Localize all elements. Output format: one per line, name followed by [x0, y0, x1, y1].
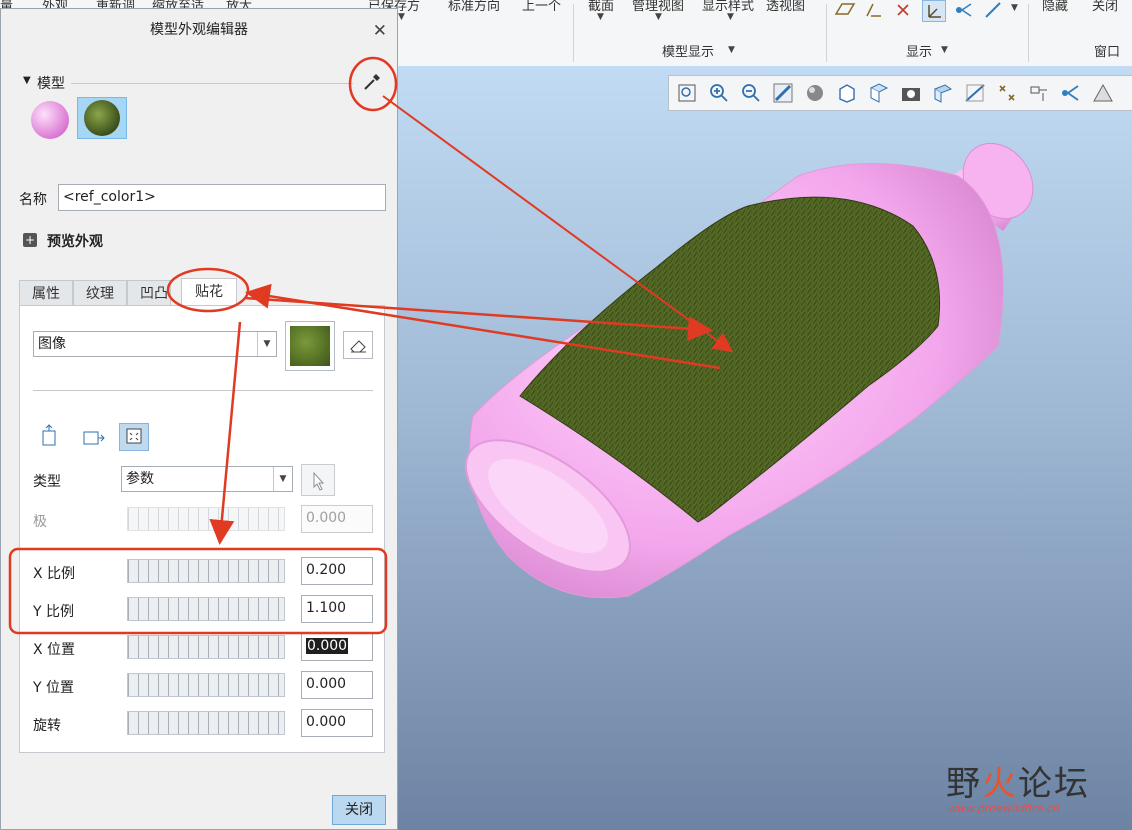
chevron-down-icon[interactable]: ▼	[655, 12, 662, 22]
watermark-char-fire: 火	[982, 764, 1018, 804]
collapse-icon[interactable]: ▼	[23, 75, 31, 86]
divider	[33, 390, 373, 391]
ribbon-item-activate[interactable]: 隐藏	[1042, 0, 1068, 14]
chevron-down-icon[interactable]: ▼	[941, 45, 948, 55]
type-select[interactable]: 参数 ▼	[121, 466, 293, 492]
group-separator	[1028, 4, 1029, 62]
ribbon-item-close[interactable]: 关闭	[1092, 0, 1118, 14]
group-label-model-display: 模型显示	[662, 45, 715, 60]
ribbon-item-perspective[interactable]: 透视图	[766, 0, 805, 14]
name-label: 名称	[19, 192, 47, 208]
chevron-down-icon[interactable]: ▼	[597, 12, 604, 22]
preview-appearance-label[interactable]: 预览外观	[47, 231, 103, 251]
fit-icon	[126, 428, 142, 444]
image-select-value: 图像	[38, 336, 66, 352]
x-position-value-selected: 0.000	[306, 638, 349, 654]
arrow-cursor-icon	[313, 471, 325, 491]
expand-plus-icon[interactable]: +	[23, 233, 37, 247]
tab-properties[interactable]: 属性	[19, 280, 73, 306]
x-scale-slider[interactable]	[127, 559, 285, 583]
eraser-icon	[350, 340, 366, 353]
group-label-window: 窗口	[1094, 45, 1121, 60]
close-button[interactable]: 关闭	[332, 795, 386, 825]
flip-horizontal-icon	[83, 431, 105, 445]
name-field[interactable]: <ref_color1>	[58, 184, 386, 211]
flip-vertical-icon	[42, 424, 56, 446]
y-position-field[interactable]: 0.000	[301, 671, 373, 699]
tab-bump[interactable]: 凹凸	[127, 280, 171, 306]
graphics-viewport[interactable]	[398, 66, 1132, 830]
tab-decal[interactable]: 贴花	[181, 278, 237, 306]
watermark-title: 野火论坛	[946, 756, 1090, 805]
rotation-slider[interactable]	[127, 711, 285, 735]
chevron-down-icon[interactable]: ▼	[1011, 3, 1018, 13]
csys-display-icon[interactable]	[922, 0, 946, 22]
forum-watermark: 野火论坛 www.proewildfire.cn	[946, 756, 1126, 830]
rotation-label: 旋转	[33, 718, 61, 734]
divider	[71, 83, 353, 84]
datum-point-display-icon[interactable]	[893, 0, 915, 20]
chevron-down-icon[interactable]: ▼	[398, 12, 405, 22]
watermark-url: www.proewildfire.cn	[948, 802, 1060, 815]
eraser-button[interactable]	[343, 331, 373, 359]
flip-horizontal-button[interactable]	[78, 423, 108, 451]
select-reference-button[interactable]	[301, 464, 335, 496]
pink-appearance-swatch[interactable]	[29, 99, 71, 141]
chevron-down-icon[interactable]: ▼	[257, 332, 276, 356]
tab-texture[interactable]: 纹理	[73, 280, 127, 306]
chevron-down-icon[interactable]: ▼	[727, 12, 734, 22]
grass-appearance-swatch[interactable]	[77, 97, 127, 139]
x-position-label: X 位置	[33, 642, 76, 658]
model-section-label: 模型	[37, 76, 65, 92]
x-position-slider[interactable]	[127, 635, 285, 659]
annotation-display-icon[interactable]	[953, 0, 975, 20]
ribbon-item-standard-orientation[interactable]: 标准方向	[448, 0, 500, 14]
spin-center-icon[interactable]	[983, 0, 1005, 20]
group-separator	[573, 4, 574, 62]
grass-texture-image	[290, 326, 330, 366]
rotation-field[interactable]: 0.000	[301, 709, 373, 737]
y-scale-label: Y 比例	[33, 604, 75, 620]
y-position-label: Y 位置	[33, 680, 75, 696]
x-position-field[interactable]: 0.000	[301, 633, 373, 661]
group-separator	[826, 4, 827, 62]
dialog-title: 模型外观编辑器	[150, 22, 248, 38]
y-scale-field[interactable]: 1.100	[301, 595, 373, 623]
ribbon-item-previous[interactable]: 上一个	[522, 0, 561, 14]
eyedropper-icon[interactable]	[360, 70, 384, 94]
watermark-char-forum: 论坛	[1018, 764, 1090, 804]
y-scale-slider[interactable]	[127, 597, 285, 621]
close-icon[interactable]: ✕	[373, 21, 387, 41]
type-label: 类型	[33, 474, 61, 490]
group-label-display: 显示	[906, 45, 933, 60]
pole-label: 极	[33, 514, 47, 530]
x-scale-field[interactable]: 0.200	[301, 557, 373, 585]
flip-vertical-button[interactable]	[35, 423, 65, 451]
bottle-model[interactable]	[398, 66, 1132, 830]
decal-image-thumbnail[interactable]	[285, 321, 335, 371]
x-scale-label: X 比例	[33, 566, 76, 582]
chevron-down-icon[interactable]: ▼	[273, 467, 292, 491]
datum-plane-display-icon[interactable]	[834, 0, 856, 20]
type-select-value: 参数	[126, 471, 154, 487]
image-select[interactable]: 图像 ▼	[33, 331, 277, 357]
pole-field[interactable]: 0.000	[301, 505, 373, 533]
watermark-char-1: 野	[946, 764, 982, 804]
datum-axis-display-icon[interactable]	[863, 0, 885, 20]
appearance-editor-dialog: 模型外观编辑器 ✕ ▼ 模型 名称 <ref_color1> + 预览外观 属性…	[0, 8, 398, 830]
pole-slider[interactable]	[127, 507, 285, 531]
chevron-down-icon[interactable]: ▼	[728, 45, 735, 55]
y-position-slider[interactable]	[127, 673, 285, 697]
fit-button[interactable]	[119, 423, 149, 451]
